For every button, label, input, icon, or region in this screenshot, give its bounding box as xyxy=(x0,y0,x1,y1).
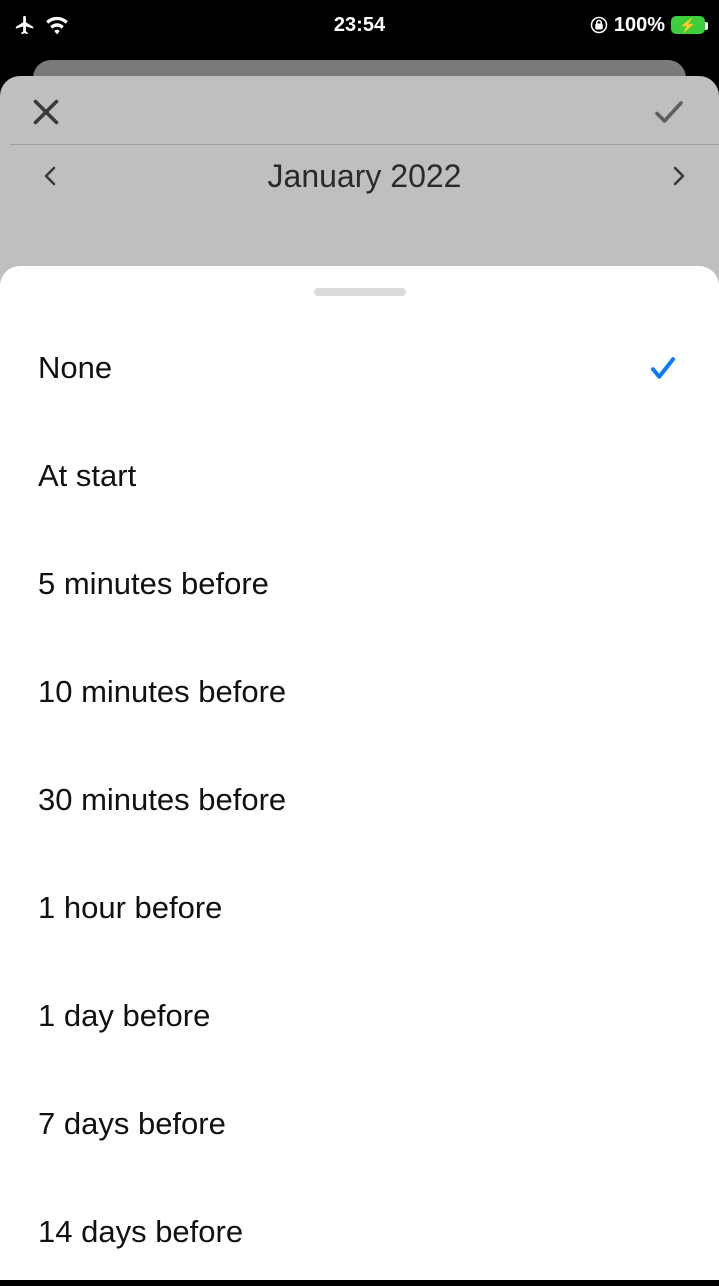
reminder-option[interactable]: 10 minutes before xyxy=(0,638,719,746)
reminder-option[interactable]: 1 hour before xyxy=(0,854,719,962)
reminder-option-label: 30 minutes before xyxy=(38,782,286,818)
next-month-button[interactable] xyxy=(667,157,691,195)
checkmark-icon xyxy=(645,353,681,383)
reminder-option[interactable]: 1 day before xyxy=(0,962,719,1070)
reminder-option-label: 5 minutes before xyxy=(38,566,269,602)
sheet-grabber[interactable] xyxy=(314,288,406,296)
reminder-option-label: 14 days before xyxy=(38,1214,243,1250)
prev-month-button[interactable] xyxy=(38,157,62,195)
reminder-option-label: 1 hour before xyxy=(38,890,222,926)
reminder-option-label: 1 day before xyxy=(38,998,210,1034)
battery-percentage: 100% xyxy=(614,14,665,37)
status-bar: 23:54 100% ⚡ xyxy=(0,0,719,50)
reminder-option-label: None xyxy=(38,350,112,386)
airplane-icon xyxy=(14,14,36,36)
reminder-option[interactable]: 30 minutes before xyxy=(0,746,719,854)
wifi-icon xyxy=(46,16,68,34)
reminder-option-label: 7 days before xyxy=(38,1106,226,1142)
battery-icon: ⚡ xyxy=(671,16,705,34)
reminder-option-label: At start xyxy=(38,458,136,494)
reminder-option[interactable]: None xyxy=(0,314,719,422)
reminder-option[interactable]: 7 days before xyxy=(0,1070,719,1178)
reminder-option[interactable]: At start xyxy=(0,422,719,530)
reminder-options-list: None At start 5 minutes before 10 minutes b… xyxy=(0,314,719,1286)
reminder-option[interactable]: 5 minutes before xyxy=(0,530,719,638)
orientation-lock-icon xyxy=(590,16,608,34)
confirm-button[interactable] xyxy=(647,94,691,130)
reminder-picker-sheet: None At start 5 minutes before 10 minutes b… xyxy=(0,266,719,1280)
month-title: January 2022 xyxy=(268,158,462,195)
reminder-option-label: 10 minutes before xyxy=(38,674,286,710)
status-time: 23:54 xyxy=(334,14,385,37)
close-button[interactable] xyxy=(28,94,64,130)
reminder-option[interactable]: 14 days before xyxy=(0,1178,719,1286)
